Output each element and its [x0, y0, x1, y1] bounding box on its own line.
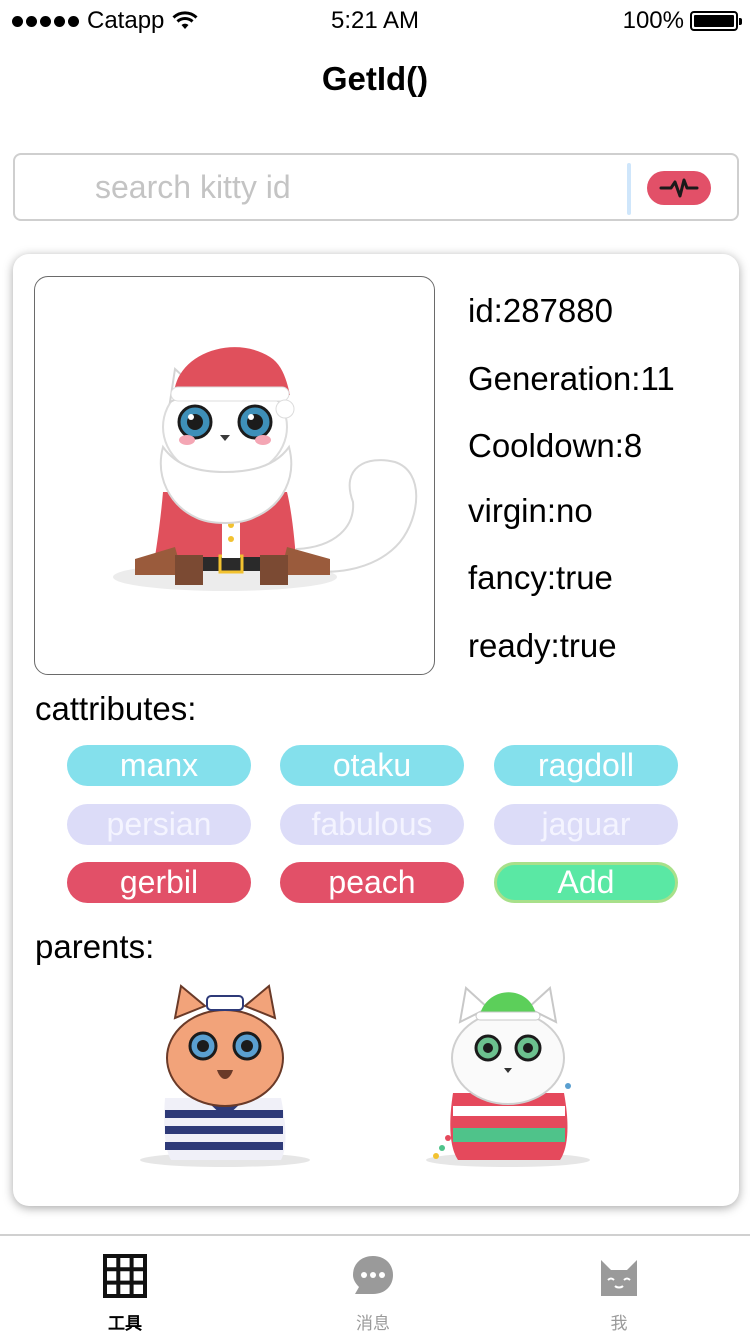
chat-bubble-icon: [353, 1256, 393, 1294]
cattributes-label: cattributes:: [35, 690, 197, 727]
kitty-id: id:287880: [468, 292, 613, 329]
kitty-ready: ready:true: [468, 627, 617, 664]
cat-face-icon: [601, 1260, 637, 1296]
cattribute-tag[interactable]: gerbil: [67, 862, 251, 903]
kitty-image-frame: [34, 276, 435, 675]
parent-kitty-sailor[interactable]: [135, 978, 315, 1168]
cattribute-tag[interactable]: otaku: [280, 745, 464, 786]
search-input[interactable]: [95, 165, 615, 209]
add-cattribute-button[interactable]: Add: [494, 862, 678, 903]
cattribute-tag[interactable]: jaguar: [494, 804, 678, 845]
kitty-cooldown: Cooldown:8: [468, 427, 643, 464]
status-right: 100%: [622, 7, 742, 35]
grid-icon: [103, 1254, 147, 1298]
kitty-fancy: fancy:true: [468, 559, 613, 596]
tab-label: 我: [610, 1314, 628, 1333]
page-title: GetId(): [321, 60, 429, 97]
cattribute-tag[interactable]: manx: [67, 745, 251, 786]
sailor-kitty-image: [140, 984, 310, 1167]
cattribute-tag[interactable]: fabulous: [280, 804, 464, 845]
tab-bar: 工具 消息 我: [0, 1234, 750, 1334]
tab-label: 工具: [108, 1314, 142, 1333]
search-button[interactable]: [647, 171, 711, 205]
search-divider: [627, 163, 631, 215]
cattribute-tag[interactable]: peach: [280, 862, 464, 903]
battery-percent: 100%: [622, 7, 684, 34]
cattribute-tag[interactable]: persian: [67, 804, 251, 845]
battery-fill: [694, 15, 734, 27]
parents-label: parents:: [35, 928, 155, 965]
tab-tools[interactable]: 工具: [65, 1254, 185, 1334]
battery-icon: [690, 11, 742, 31]
cattribute-tag[interactable]: ragdoll: [494, 745, 678, 786]
santa-kitty-image: [113, 347, 418, 591]
status-bar: Catapp 5:21 AM 100%: [0, 0, 750, 40]
kitty-virgin: virgin:no: [468, 492, 593, 529]
parent-kitty-sweater[interactable]: [418, 978, 598, 1168]
sweater-kitty-image: [426, 986, 590, 1167]
tab-me[interactable]: 我: [559, 1254, 679, 1334]
tab-label: 消息: [356, 1314, 390, 1333]
kitty-card: id:287880 Generation:11 Cooldown:8 virgi…: [13, 254, 739, 1206]
heartbeat-icon: [659, 178, 699, 198]
kitty-generation: Generation:11: [468, 360, 675, 397]
search-bar: [13, 153, 739, 221]
tab-messages[interactable]: 消息: [313, 1254, 433, 1334]
